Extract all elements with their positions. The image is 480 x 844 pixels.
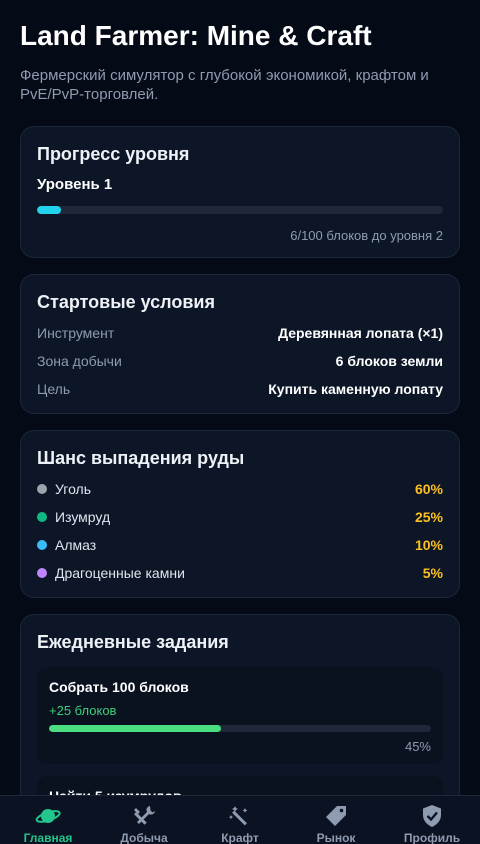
ore-row-gems: Драгоценные камни 5% (37, 559, 443, 587)
ore-row-emerald: Изумруд 25% (37, 503, 443, 531)
nav-item-mining[interactable]: Добыча (96, 796, 192, 844)
ore-name: Уголь (55, 481, 92, 497)
card-title: Шанс выпадения руды (37, 448, 245, 468)
magic-wand-icon (227, 804, 253, 828)
level-progress-bar (37, 206, 443, 214)
start-row-tool: Инструмент Деревянная лопата (×1) (37, 319, 443, 347)
nav-item-market[interactable]: Рынок (288, 796, 384, 844)
level-progress-card: Прогресс уровня Уровень 1 6/100 блоков д… (20, 126, 460, 258)
start-row-goal: Цель Купить каменную лопату (37, 375, 443, 403)
ore-chance: 10% (414, 537, 443, 553)
quest-progress-bar (49, 725, 431, 732)
quest-title: Собрать 100 блоков (49, 679, 189, 695)
nav-label: Профиль (403, 831, 461, 844)
quest-item[interactable]: Собрать 100 блоков +25 блоков 45% (37, 667, 443, 764)
app-title: Land Farmer: Mine & Craft (20, 20, 372, 51)
planet-icon (35, 804, 61, 828)
ore-chance: 25% (414, 509, 443, 525)
ore-name: Алмаз (55, 537, 97, 553)
quest-percent: 45% (404, 739, 431, 754)
card-title: Стартовые условия (37, 292, 216, 312)
ore-color-dot (37, 568, 47, 578)
ore-chance-card: Шанс выпадения руды Уголь 60% Изумруд 25… (20, 430, 460, 598)
ore-row-coal: Уголь 60% (37, 475, 443, 503)
app-subtitle: Фермерский симулятор с глубокой экономик… (20, 67, 429, 103)
quest-reward: +25 блоков (49, 703, 117, 718)
row-value: Купить каменную лопату (268, 381, 443, 397)
row-value: 6 блоков земли (335, 353, 443, 369)
nav-label: Добыча (120, 831, 168, 844)
level-label: Уровень 1 (37, 176, 113, 193)
main-screen: Land Farmer: Mine & Craft Фермерский сим… (0, 0, 480, 829)
ore-name: Изумруд (55, 509, 111, 525)
shield-check-icon (419, 804, 445, 828)
tag-icon (323, 804, 349, 828)
nav-label: Рынок (316, 831, 356, 844)
level-progress-fill (37, 206, 62, 214)
card-title: Ежедневные задания (37, 632, 229, 652)
start-row-zone: Зона добычи 6 блоков земли (37, 347, 443, 375)
nav-label: Крафт (221, 831, 259, 844)
ore-color-dot (37, 512, 47, 522)
nav-item-profile[interactable]: Профиль (384, 796, 480, 844)
ore-name: Драгоценные камни (55, 565, 185, 581)
ore-color-dot (37, 484, 47, 494)
ore-chance: 5% (422, 565, 443, 581)
ore-color-dot (37, 540, 47, 550)
nav-item-craft[interactable]: Крафт (192, 796, 288, 844)
quest-progress-fill (49, 725, 221, 732)
start-conditions-card: Стартовые условия Инструмент Деревянная … (20, 274, 460, 414)
ore-row-diamond: Алмаз 10% (37, 531, 443, 559)
bottom-nav: Главная Добыча Крафт Рынок Профиль (0, 795, 480, 844)
row-key: Цель (37, 381, 71, 397)
ore-chance: 60% (414, 481, 443, 497)
row-key: Инструмент (37, 325, 115, 341)
nav-label: Главная (23, 831, 73, 844)
card-title: Прогресс уровня (37, 144, 190, 164)
row-key: Зона добычи (37, 353, 122, 369)
row-value: Деревянная лопата (×1) (278, 325, 443, 341)
level-progress-caption: 6/100 блоков до уровня 2 (290, 228, 443, 243)
tools-icon (131, 804, 157, 828)
nav-item-home[interactable]: Главная (0, 796, 96, 844)
